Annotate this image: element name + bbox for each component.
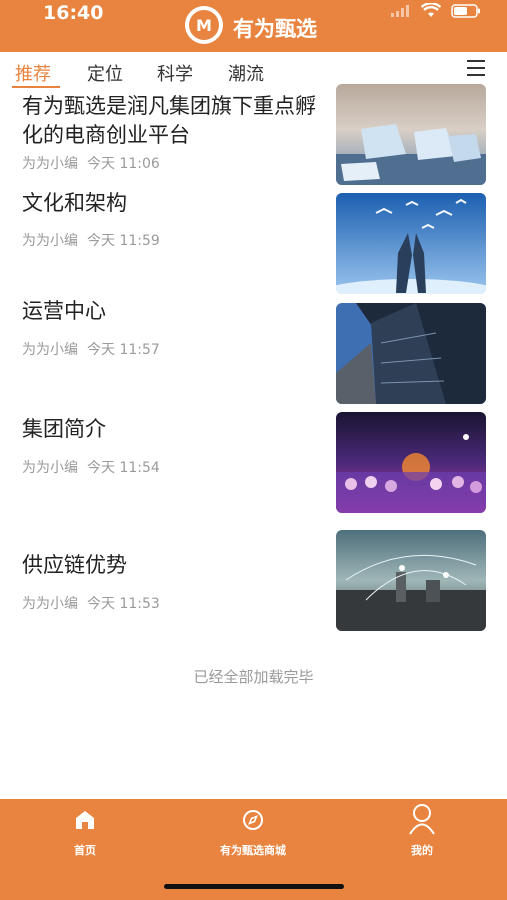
load-complete-text: 已经全部加载完毕	[193, 668, 314, 686]
brand-logo: M	[185, 6, 223, 44]
tab-location[interactable]: 定位	[87, 60, 123, 86]
status-time: 16:40	[43, 2, 104, 24]
article-title: 运营中心	[22, 299, 106, 323]
article-meta: 为为小编 今天 11:54	[22, 457, 169, 477]
article-author: 为为小编	[22, 233, 78, 249]
home-icon	[76, 811, 94, 829]
article-author: 为为小编	[22, 460, 78, 476]
nav-profile-label: 我的	[411, 844, 433, 857]
article-time: 今天 11:59	[87, 233, 160, 249]
crowd-party-photo	[336, 412, 486, 513]
nav-home-label: 首页	[74, 844, 96, 857]
battery-icon	[451, 3, 480, 18]
article-author: 为为小编	[22, 342, 78, 358]
article-time: 今天 11:57	[87, 342, 160, 358]
app-title: 有为甄选	[233, 17, 317, 41]
user-icon	[409, 804, 435, 835]
article-meta: 为为小编 今天 11:57	[22, 339, 169, 359]
ice-blocks-photo	[336, 84, 486, 185]
article-item[interactable]: 有为甄选是润凡集团旗下重点孵化的电商创业平台 为为小编 今天 11:06	[0, 84, 507, 188]
article-item[interactable]: 文化和架构 为为小编 今天 11:59	[0, 191, 507, 295]
tab-science[interactable]: 科学	[157, 60, 193, 86]
city-network-photo	[336, 530, 486, 631]
article-time: 今天 11:06	[87, 156, 160, 172]
menu-icon[interactable]	[467, 60, 485, 76]
article-title: 供应链优势	[22, 553, 127, 577]
article-meta: 为为小编 今天 11:59	[22, 230, 169, 250]
skyscraper-photo	[336, 303, 486, 404]
article-title: 有为甄选是润凡集团旗下重点孵化的电商创业平台	[22, 94, 316, 147]
article-title: 集团简介	[22, 417, 106, 441]
article-item[interactable]: 运营中心 为为小编 今天 11:57	[0, 299, 507, 405]
app-header: 16:40 M 有为甄选	[0, 0, 507, 52]
status-icons	[391, 3, 481, 18]
article-item[interactable]: 供应链优势 为为小编 今天 11:53	[0, 530, 507, 632]
article-item[interactable]: 集团简介 为为小编 今天 11:54	[0, 412, 507, 514]
tab-trend[interactable]: 潮流	[228, 60, 264, 86]
article-author: 为为小编	[22, 596, 78, 612]
tab-recommend[interactable]: 推荐	[15, 60, 51, 86]
logo-mark: M	[189, 10, 219, 40]
nav-profile[interactable]: 我的	[377, 799, 467, 869]
article-time: 今天 11:54	[87, 460, 160, 476]
nav-mall-label: 有为甄选商城	[220, 844, 286, 857]
compass-icon	[243, 810, 263, 830]
article-meta: 为为小编 今天 11:06	[22, 153, 169, 173]
home-indicator	[164, 884, 344, 889]
nav-mall[interactable]: 有为甄选商城	[193, 799, 313, 869]
article-author: 为为小编	[22, 156, 78, 172]
signal-icon	[391, 4, 409, 17]
article-meta: 为为小编 今天 11:53	[22, 593, 169, 613]
hands-birds-photo	[336, 193, 486, 294]
wifi-icon	[421, 3, 441, 17]
article-time: 今天 11:53	[87, 596, 160, 612]
article-title: 文化和架构	[22, 191, 127, 215]
nav-home[interactable]: 首页	[40, 799, 130, 869]
